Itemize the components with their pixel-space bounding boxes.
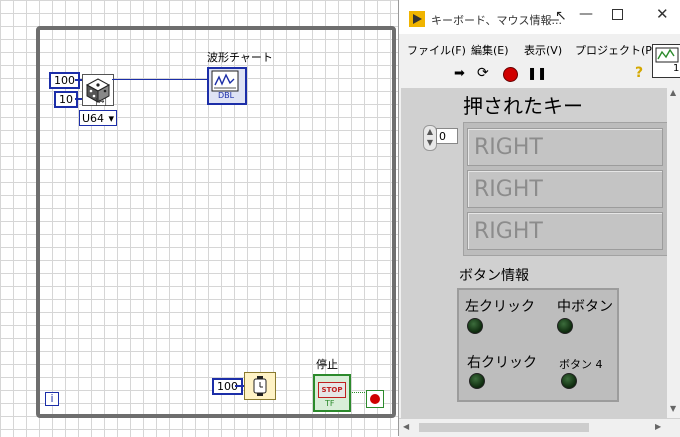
range-icon: |↔| (95, 97, 108, 106)
scroll-thumb[interactable] (419, 423, 589, 432)
increment-decrement-arrows[interactable]: ▲ ▼ (423, 125, 437, 151)
button-info-cluster: 左クリック 中ボタン 右クリック ボタン 4 (457, 288, 619, 402)
menu-bar: ファイル(F) 編集(E) 表示(V) プロジェクト(P) (399, 36, 680, 62)
random-dice-function[interactable]: |↔| (82, 74, 114, 106)
menu-view[interactable]: 表示(V) (524, 42, 562, 58)
title-bar: キーボード、マウス情報... ー ↖ — ✕ (399, 0, 680, 34)
key-array-label: 押されたキー (463, 94, 583, 118)
loop-iteration-terminal: i (45, 392, 59, 406)
chart-label: 波形チャート (207, 51, 273, 64)
toolbar: ➡ ⟳ ❚❚ ? (399, 62, 680, 86)
scroll-left-icon[interactable]: ◀ (403, 422, 409, 431)
stop-label: 停止 (316, 358, 338, 371)
run-arrow-icon[interactable]: ➡ (454, 66, 465, 81)
scroll-up-icon[interactable]: ▲ (670, 88, 676, 97)
scroll-right-icon[interactable]: ▶ (655, 422, 661, 431)
wire (112, 79, 208, 80)
pause-button[interactable]: ❚❚ (527, 66, 547, 80)
left-click-label: 左クリック (465, 299, 535, 315)
stopwatch-icon (253, 376, 267, 396)
run-continuously-icon[interactable]: ⟳ (477, 65, 489, 81)
abort-button[interactable] (503, 67, 518, 82)
right-click-led[interactable] (469, 373, 485, 389)
menu-edit[interactable]: 編集(E) (471, 42, 509, 58)
chart-type-badge: DBL (218, 91, 235, 100)
vertical-scrollbar[interactable]: ▲ ▼ (667, 88, 680, 418)
menu-project[interactable]: プロジェクト(P) (575, 42, 656, 58)
waveform-chart-terminal[interactable]: DBL (207, 67, 247, 105)
stop-button-terminal[interactable]: STOP TF (313, 374, 351, 412)
right-click-label: 右クリック (467, 355, 537, 371)
key-string-indicator[interactable]: RIGHT (467, 212, 663, 250)
left-click-led[interactable] (467, 318, 483, 334)
stop-button-face: STOP (318, 382, 346, 398)
close-button[interactable]: ✕ (656, 5, 669, 23)
stop-if-true-icon (370, 394, 380, 404)
horizontal-scrollbar[interactable]: ◀ ▶ (399, 418, 680, 437)
front-panel: 押されたキー ▲ ▼ 0 RIGHT RIGHT RIGHT ボタン情報 左クリッ… (401, 88, 669, 418)
scroll-down-icon[interactable]: ▼ (670, 404, 676, 413)
play-arrow-icon (413, 14, 422, 24)
boolean-type-badge: TF (325, 399, 335, 408)
help-icon[interactable]: ? (635, 65, 643, 81)
middle-button-led[interactable] (557, 318, 573, 334)
type-selector-label: U64 (82, 112, 105, 125)
minimize-button[interactable]: — (579, 6, 593, 22)
array-index-value[interactable]: 0 (436, 128, 458, 144)
maximize-button[interactable] (612, 9, 623, 20)
mouse-cursor-icon: ↖ (555, 8, 567, 24)
chevron-down-icon: ▾ (108, 112, 114, 125)
middle-button-label: 中ボタン (557, 299, 613, 315)
button-4-led[interactable] (561, 373, 577, 389)
window-title: キーボード、マウス情報... (431, 14, 563, 27)
front-panel-window: キーボード、マウス情報... ー ↖ — ✕ ファイル(F) 編集(E) 表示(… (398, 0, 680, 437)
wait-function[interactable] (244, 372, 276, 400)
array-index-control[interactable]: ▲ ▼ 0 (423, 124, 459, 151)
button-4-label: ボタン 4 (559, 358, 603, 371)
key-string-indicator[interactable]: RIGHT (467, 170, 663, 208)
button-info-label: ボタン情報 (459, 268, 529, 284)
key-string-indicator[interactable]: RIGHT (467, 128, 663, 166)
menu-file[interactable]: ファイル(F) (407, 42, 466, 58)
type-selector[interactable]: U64 ▾ (79, 110, 117, 126)
loop-index-label: i (50, 392, 54, 405)
loop-condition-terminal[interactable] (366, 390, 384, 408)
labview-logo-icon (409, 11, 425, 27)
boolean-wire (349, 392, 365, 393)
